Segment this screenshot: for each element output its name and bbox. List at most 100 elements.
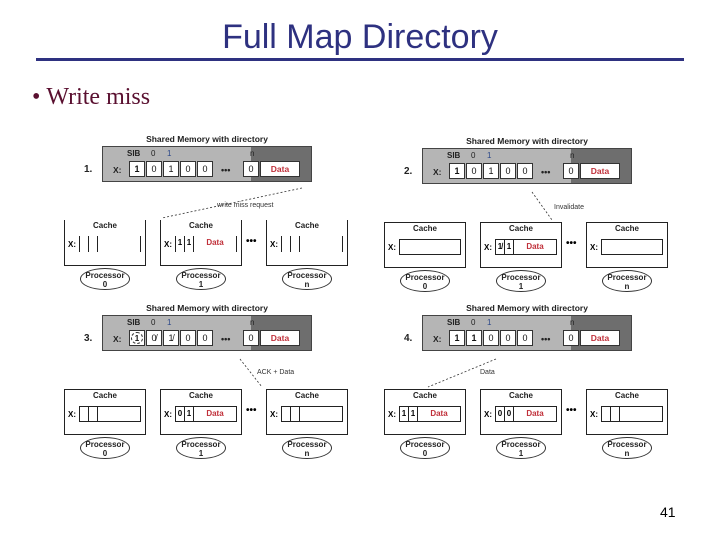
cache-line bbox=[281, 236, 343, 252]
cache-box: Cache X: bbox=[586, 222, 668, 268]
cache-data: Data bbox=[430, 409, 448, 418]
cache-data: Data bbox=[526, 242, 544, 251]
cache-box: Cache X: 0 0 Data bbox=[480, 389, 562, 435]
cache-x-label: X: bbox=[590, 243, 598, 252]
processor-label: Processor bbox=[287, 271, 327, 280]
processor-node: Processor n bbox=[602, 270, 652, 292]
cache-label: Cache bbox=[614, 224, 639, 233]
cache-data: Data bbox=[526, 409, 544, 418]
cache-data bbox=[98, 407, 140, 421]
cache-bit bbox=[89, 236, 98, 252]
cache-bit: 1 bbox=[505, 240, 514, 254]
directory-panel-3: Shared Memory with directory 3. SIB 0 1 n X: 1 0… bbox=[62, 303, 362, 463]
cache-ellipsis: ••• bbox=[246, 236, 257, 247]
cache-line bbox=[601, 239, 663, 255]
cache-box: Cache X: 1 1 Data bbox=[384, 389, 466, 435]
processor-node: Processor 0 bbox=[400, 437, 450, 459]
cache-x-label: X: bbox=[68, 240, 76, 249]
processor-id: n bbox=[304, 280, 310, 289]
processor-node: Processor n bbox=[282, 268, 332, 290]
cache-box: Cache X: bbox=[266, 389, 348, 435]
cache-label: Cache bbox=[614, 391, 639, 400]
cache-x-label: X: bbox=[270, 410, 278, 419]
processor-id: 1 bbox=[518, 282, 524, 291]
cache-line: 0 0 Data bbox=[495, 406, 557, 422]
cache-x-label: X: bbox=[590, 410, 598, 419]
cache-x-label: X: bbox=[164, 410, 172, 419]
cache-x-label: X: bbox=[164, 240, 172, 249]
processor-node: Processor 1 bbox=[496, 270, 546, 292]
cache-box: Cache X: bbox=[586, 389, 668, 435]
cache-bit bbox=[611, 407, 620, 421]
cache-data bbox=[620, 407, 662, 421]
cache-bit: 1 bbox=[400, 407, 409, 421]
cache-line: 1̸ 1 Data bbox=[495, 239, 557, 255]
processor-label: Processor bbox=[85, 440, 125, 449]
cache-bit bbox=[80, 236, 89, 252]
cache-data bbox=[400, 240, 460, 254]
slide-title: Full Map Directory bbox=[222, 18, 498, 56]
processor-node: Processor 1 bbox=[176, 268, 226, 290]
processor-label: Processor bbox=[501, 440, 541, 449]
cache-label: Cache bbox=[508, 224, 533, 233]
directory-panel-4: Shared Memory with directory 4. SIB 0 1 n X: 1 1… bbox=[382, 303, 682, 463]
cache-label: Cache bbox=[294, 221, 319, 230]
cache-box: Cache X: bbox=[384, 222, 466, 268]
cache-bit: 1 bbox=[185, 236, 194, 252]
cache-box: Cache X: bbox=[64, 220, 146, 266]
cache-bit bbox=[602, 407, 611, 421]
cache-label: Cache bbox=[412, 391, 437, 400]
processor-id: 0 bbox=[422, 449, 428, 458]
cache-x-label: X: bbox=[388, 410, 396, 419]
cache-x-label: X: bbox=[484, 410, 492, 419]
arrow-line bbox=[239, 358, 263, 388]
cache-bit: 1 bbox=[409, 407, 418, 421]
cache-label: Cache bbox=[188, 391, 213, 400]
cache-bit: 1 bbox=[176, 236, 185, 252]
processor-label: Processor bbox=[607, 273, 647, 282]
cache-data bbox=[300, 236, 342, 252]
cache-line bbox=[79, 236, 141, 252]
processor-node: Processor n bbox=[282, 437, 332, 459]
cache-line bbox=[399, 239, 461, 255]
directory-panel-1: Shared Memory with directory 1. SIB 0 1 n X: 1 0… bbox=[62, 134, 362, 294]
cache-data bbox=[602, 240, 662, 254]
processor-id: n bbox=[304, 449, 310, 458]
directory-panel-2: Shared Memory with directory 2. SIB 0 1 n X: 1 0… bbox=[382, 136, 682, 296]
cache-box: Cache X: 0 1 Data bbox=[160, 389, 242, 435]
processor-node: Processor 0 bbox=[80, 437, 130, 459]
processor-id: 1 bbox=[518, 449, 524, 458]
cache-x-label: X: bbox=[68, 410, 76, 419]
cache-ellipsis: ••• bbox=[566, 405, 577, 416]
cache-data bbox=[98, 236, 140, 252]
cache-bit: 1 bbox=[185, 407, 194, 421]
title-underline bbox=[36, 58, 684, 61]
processor-node: Processor n bbox=[602, 437, 652, 459]
processor-node: Processor 0 bbox=[80, 268, 130, 290]
arrow-line bbox=[427, 358, 497, 388]
processor-node: Processor 1 bbox=[176, 437, 226, 459]
cache-label: Cache bbox=[294, 391, 319, 400]
cache-data: Data bbox=[206, 409, 224, 418]
cache-box: Cache X: bbox=[64, 389, 146, 435]
cache-line bbox=[79, 406, 141, 422]
cache-bit bbox=[282, 236, 291, 252]
arrow-line bbox=[161, 187, 303, 219]
cache-bit bbox=[89, 407, 98, 421]
cache-line bbox=[281, 406, 343, 422]
processor-id: n bbox=[624, 449, 630, 458]
cache-line: 1 1 Data bbox=[175, 236, 237, 252]
processor-label: Processor bbox=[85, 271, 125, 280]
cache-bit: 0 bbox=[505, 407, 514, 421]
cache-ellipsis: ••• bbox=[246, 405, 257, 416]
arrow-line bbox=[531, 191, 553, 221]
cache-data bbox=[300, 407, 342, 421]
cache-bit: 1̸ bbox=[496, 240, 505, 254]
cache-line bbox=[601, 406, 663, 422]
processor-label: Processor bbox=[405, 273, 445, 282]
processor-label: Processor bbox=[181, 271, 221, 280]
processor-id: 0 bbox=[422, 282, 428, 291]
cache-ellipsis: ••• bbox=[566, 238, 577, 249]
cache-line: 1 1 Data bbox=[399, 406, 461, 422]
cache-x-label: X: bbox=[484, 243, 492, 252]
